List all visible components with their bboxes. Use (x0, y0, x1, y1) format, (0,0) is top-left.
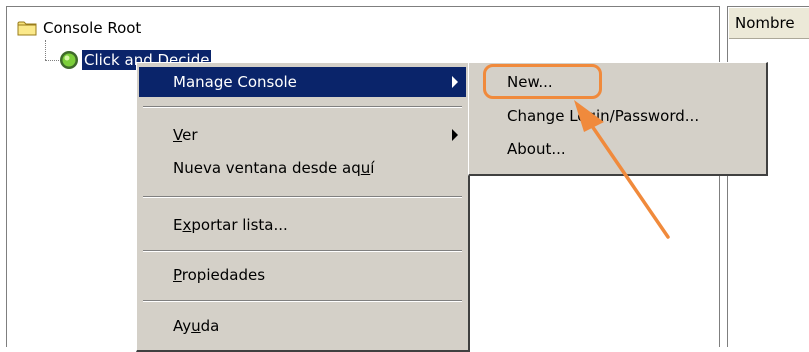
menu-item-label: Manage Console (173, 73, 297, 91)
menu-item-about[interactable]: About... (471, 134, 764, 164)
menu-item-label: Exportar lista... (173, 216, 288, 234)
menu-separator (143, 106, 462, 108)
menu-item-propiedades[interactable]: Propiedades (139, 260, 466, 290)
menu-item-ayuda[interactable]: Ayuda (139, 311, 466, 341)
menu-item-label: Propiedades (173, 266, 266, 284)
menu-item-label: Change Login/Password... (507, 107, 700, 125)
tree-node-console-root[interactable]: Console Root (17, 17, 141, 39)
menu-item-manage-console[interactable]: Manage Console (139, 67, 466, 97)
highlight-callout (483, 64, 602, 99)
menu-item-label: Nueva ventana desde aquí (173, 159, 375, 177)
column-header-nombre[interactable]: Nombre (729, 8, 809, 39)
tree-connector (45, 40, 46, 60)
list-pane[interactable]: Nombre (727, 6, 809, 347)
menu-item-label: Ver (173, 126, 198, 144)
menu-item-label: Ayuda (173, 317, 220, 335)
tree-node-label: Console Root (43, 19, 142, 37)
menu-item-nueva-ventana[interactable]: Nueva ventana desde aquí (139, 153, 466, 183)
menu-separator (143, 250, 462, 252)
context-menu: Manage Console Ver Nueva ventana desde a… (136, 62, 470, 352)
menu-item-change-login-password[interactable]: Change Login/Password... (471, 101, 764, 131)
snap-in-icon (60, 51, 78, 69)
menu-separator (143, 300, 462, 302)
menu-item-ver[interactable]: Ver (139, 120, 466, 150)
menu-item-label: About... (507, 140, 566, 158)
submenu-arrow-icon (452, 76, 458, 88)
submenu-arrow-icon (452, 129, 458, 141)
folder-icon (17, 21, 37, 36)
menu-item-exportar-lista[interactable]: Exportar lista... (139, 210, 466, 240)
menu-separator (143, 196, 462, 198)
